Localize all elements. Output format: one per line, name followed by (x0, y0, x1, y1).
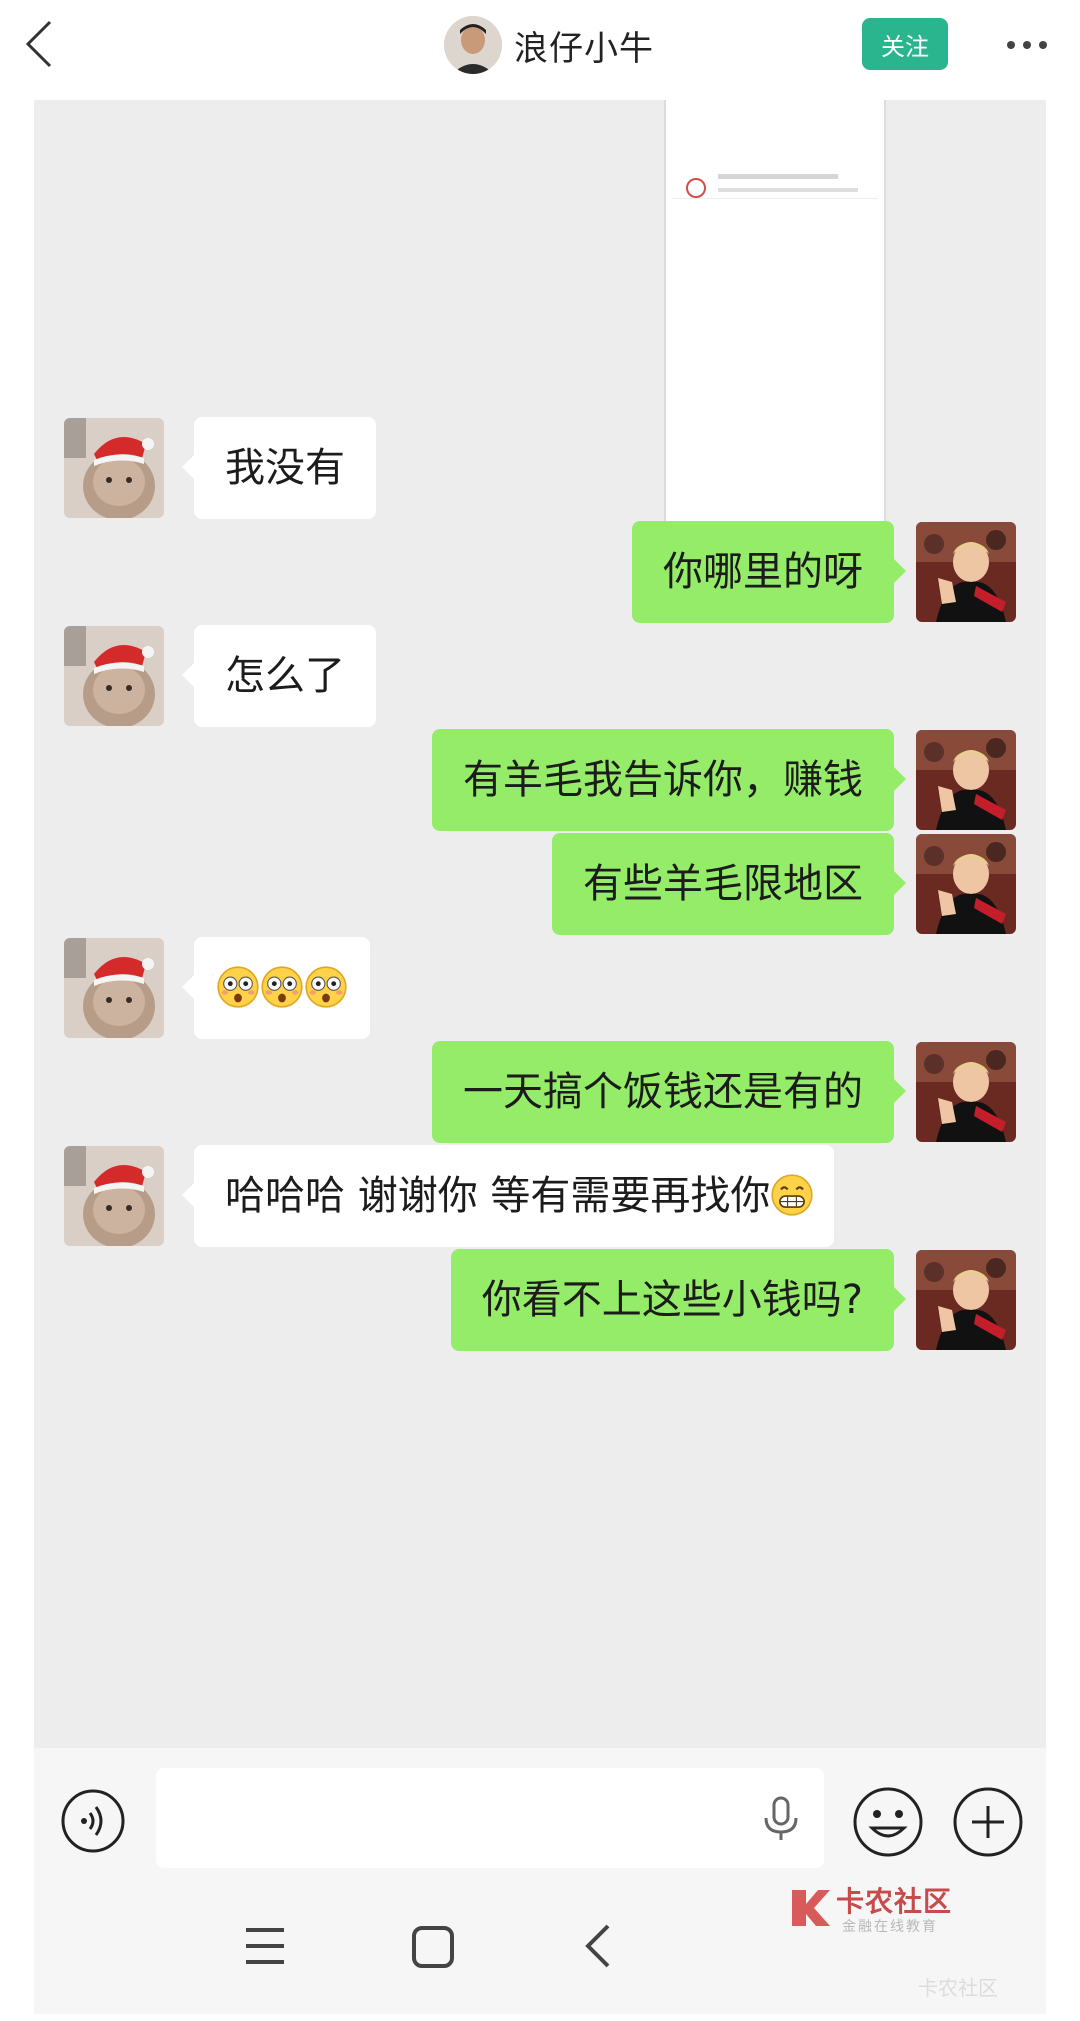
contact-avatar[interactable] (64, 418, 164, 518)
home-icon[interactable] (410, 1924, 456, 1970)
incoming-message-bubble[interactable]: 怎么了 (182, 625, 376, 727)
outgoing-message-bubble[interactable]: 有羊毛我告诉你，赚钱 (432, 729, 906, 831)
contact-avatar[interactable] (64, 938, 164, 1038)
my-avatar[interactable] (916, 730, 1016, 830)
message-text: 哈哈哈 谢谢你 等有需要再找你 (225, 1173, 771, 1219)
message-text: 你看不上这些小钱吗? (481, 1277, 863, 1323)
watermark: 卡农社区 金融在线教育 (786, 1880, 966, 1940)
my-avatar[interactable] (916, 1250, 1016, 1350)
emoji-icon[interactable] (852, 1786, 924, 1858)
incoming-message-bubble[interactable]: 我没有 (182, 417, 376, 519)
outgoing-message-bubble[interactable]: 你哪里的呀 (632, 521, 906, 623)
follow-button[interactable]: 关注 (862, 18, 948, 70)
watermark-title: 卡农社区 (836, 1885, 953, 1918)
contact-avatar[interactable] (64, 626, 164, 726)
flushed-face-icon (261, 966, 303, 1008)
voice-mode-icon[interactable] (60, 1788, 126, 1854)
image-message-content (672, 102, 878, 199)
message-text: 你哪里的呀 (663, 549, 863, 595)
flushed-face-icon (217, 966, 259, 1008)
watermark-subtitle: 金融在线教育 (842, 1919, 938, 1935)
watermark-faint: 卡农社区 (918, 1976, 998, 2000)
more-options-icon[interactable] (1004, 30, 1050, 60)
kanong-logo-icon (792, 1890, 830, 1926)
my-avatar[interactable] (916, 1042, 1016, 1142)
input-bar (34, 1748, 1046, 1888)
system-back-icon[interactable] (580, 1920, 616, 1972)
grinning-face-icon (771, 1174, 814, 1216)
author-info[interactable]: 浪仔小牛 (444, 15, 654, 75)
message-text: 有羊毛我告诉你，赚钱 (463, 757, 863, 803)
message-text: 怎么了 (225, 653, 345, 699)
flushed-face-icon (305, 966, 347, 1008)
outgoing-message-bubble[interactable]: 一天搞个饭钱还是有的 (432, 1041, 906, 1143)
message-text: 一天搞个饭钱还是有的 (463, 1069, 863, 1115)
more-actions-plus-icon[interactable] (952, 1786, 1024, 1858)
message-text: 我没有 (225, 445, 345, 491)
contact-avatar[interactable] (64, 1146, 164, 1246)
incoming-message-bubble[interactable] (182, 937, 370, 1039)
author-avatar[interactable] (444, 16, 502, 74)
author-name: 浪仔小牛 (514, 28, 654, 69)
back-arrow-icon[interactable] (18, 18, 62, 70)
outgoing-message-bubble[interactable]: 有些羊毛限地区 (552, 833, 906, 935)
message-text: 有些羊毛限地区 (583, 861, 863, 907)
message-input[interactable] (156, 1768, 824, 1868)
chat-screenshot: ≡ □ < 我没有你哪里的呀怎么了有羊毛我告诉你，赚钱有些羊毛限地区一天搞个饭钱… (34, 100, 1046, 2014)
microphone-icon[interactable] (760, 1796, 802, 1842)
system-nav-bar: 卡农社区 金融在线教育 卡农社区 (34, 1885, 1046, 2014)
image-logo-icon (686, 178, 706, 198)
my-avatar[interactable] (916, 522, 1016, 622)
recent-apps-icon[interactable] (242, 1924, 288, 1968)
my-avatar[interactable] (916, 834, 1016, 934)
top-bar: 浪仔小牛 关注 (0, 0, 1080, 100)
incoming-message-bubble[interactable]: 哈哈哈 谢谢你 等有需要再找你 (181, 1145, 835, 1247)
outgoing-message-bubble[interactable]: 你看不上这些小钱吗? (450, 1249, 907, 1351)
